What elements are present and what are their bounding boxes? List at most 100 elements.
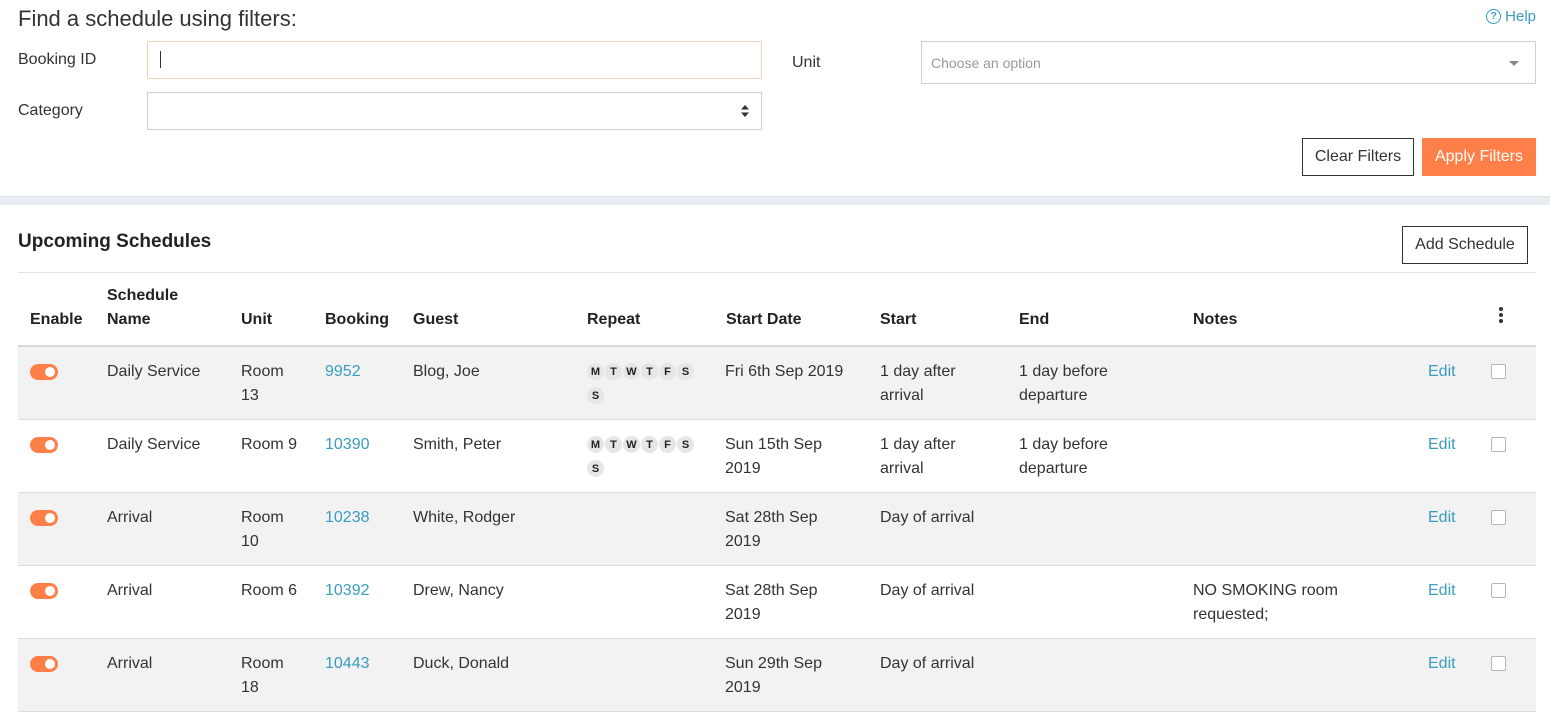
end-cell: 1 day before departure bbox=[1019, 363, 1108, 404]
start-date-cell: Sat 28th Sep 2019 bbox=[725, 582, 818, 623]
table-row: Daily Service Room 9 10390 Smith, Peter … bbox=[18, 420, 1536, 493]
booking-link[interactable]: 10443 bbox=[325, 652, 370, 676]
header-enable: Enable bbox=[30, 311, 83, 328]
row-checkbox[interactable] bbox=[1491, 437, 1506, 452]
guest-cell: Duck, Donald bbox=[413, 655, 510, 672]
help-icon: ? bbox=[1486, 9, 1502, 24]
repeat-day-chip: M bbox=[587, 363, 604, 380]
repeat-day-chip: S bbox=[677, 436, 694, 453]
start-cell: Day of arrival bbox=[880, 509, 975, 526]
repeat-day-chip: S bbox=[587, 387, 604, 404]
unit-cell: Room 10 bbox=[241, 509, 284, 550]
start-date-cell: Fri 6th Sep 2019 bbox=[725, 363, 844, 380]
booking-link[interactable]: 10238 bbox=[325, 506, 370, 530]
category-select[interactable] bbox=[147, 92, 762, 130]
text-caret bbox=[160, 51, 161, 68]
booking-id-input[interactable] bbox=[147, 41, 762, 79]
header-notes: Notes bbox=[1193, 311, 1238, 328]
chevron-down-icon bbox=[1509, 61, 1519, 66]
unit-cell: Room 18 bbox=[241, 655, 284, 696]
table-row: Arrival Room 10 10238 White, Rodger Sat … bbox=[18, 493, 1536, 566]
unit-cell: Room 13 bbox=[241, 363, 284, 404]
row-checkbox[interactable] bbox=[1491, 656, 1506, 671]
filter-title: Find a schedule using filters: bbox=[18, 6, 297, 31]
apply-filters-button[interactable]: Apply Filters bbox=[1422, 138, 1536, 176]
clear-filters-button[interactable]: Clear Filters bbox=[1302, 138, 1414, 176]
guest-cell: White, Rodger bbox=[413, 509, 516, 526]
header-booking: Booking bbox=[325, 311, 389, 328]
enable-toggle[interactable] bbox=[30, 364, 58, 380]
schedule-name-cell: Arrival bbox=[107, 509, 153, 526]
header-start: Start bbox=[880, 311, 917, 328]
table-row: Arrival Room 18 10443 Duck, Donald Sun 2… bbox=[18, 639, 1536, 712]
enable-toggle[interactable] bbox=[30, 437, 58, 453]
start-date-cell: Sun 29th Sep 2019 bbox=[725, 655, 822, 696]
booking-link[interactable]: 10392 bbox=[325, 579, 370, 603]
category-label: Category bbox=[18, 102, 83, 119]
repeat-day-chip: F bbox=[659, 363, 676, 380]
edit-link[interactable]: Edit bbox=[1428, 360, 1456, 384]
unit-placeholder: Choose an option bbox=[931, 55, 1041, 71]
booking-link[interactable]: 9952 bbox=[325, 360, 361, 384]
edit-link[interactable]: Edit bbox=[1428, 433, 1456, 457]
edit-link[interactable]: Edit bbox=[1428, 652, 1456, 676]
add-schedule-button[interactable]: Add Schedule bbox=[1402, 226, 1528, 264]
guest-cell: Blog, Joe bbox=[413, 363, 480, 380]
header-schedule-name: Schedule Name bbox=[107, 287, 179, 328]
notes-cell: NO SMOKING room requested; bbox=[1193, 582, 1338, 623]
help-link[interactable]: ? Help bbox=[1486, 8, 1536, 25]
row-checkbox[interactable] bbox=[1491, 510, 1506, 525]
repeat-days: MTWTFSS bbox=[587, 363, 707, 411]
filter-panel: Find a schedule using filters: ? Help Bo… bbox=[0, 0, 1550, 196]
enable-toggle[interactable] bbox=[30, 510, 58, 526]
header-unit: Unit bbox=[241, 311, 273, 328]
start-cell: Day of arrival bbox=[880, 655, 975, 672]
unit-cell: Room 6 bbox=[241, 582, 298, 599]
repeat-day-chip: T bbox=[641, 363, 658, 380]
repeat-day-chip: S bbox=[587, 460, 604, 477]
unit-select[interactable]: Choose an option bbox=[921, 41, 1536, 84]
end-cell: 1 day before departure bbox=[1019, 436, 1108, 477]
schedule-name-cell: Daily Service bbox=[107, 363, 201, 380]
section-title: Upcoming Schedules bbox=[18, 231, 212, 252]
start-cell: 1 day after arrival bbox=[880, 436, 956, 477]
row-checkbox[interactable] bbox=[1491, 583, 1506, 598]
unit-label: Unit bbox=[792, 54, 821, 71]
booking-id-label: Booking ID bbox=[18, 51, 97, 68]
edit-link[interactable]: Edit bbox=[1428, 506, 1456, 530]
guest-cell: Drew, Nancy bbox=[413, 582, 504, 599]
enable-toggle[interactable] bbox=[30, 583, 58, 599]
section-rule bbox=[18, 272, 1536, 273]
start-cell: 1 day after arrival bbox=[880, 363, 956, 404]
help-label: Help bbox=[1505, 8, 1536, 25]
repeat-day-chip: W bbox=[623, 436, 640, 453]
edit-link[interactable]: Edit bbox=[1428, 579, 1456, 603]
repeat-day-chip: M bbox=[587, 436, 604, 453]
schedule-name-cell: Arrival bbox=[107, 655, 153, 672]
updown-arrow-icon bbox=[741, 105, 749, 117]
repeat-day-chip: S bbox=[677, 363, 694, 380]
unit-cell: Room 9 bbox=[241, 436, 298, 453]
header-start-date: Start Date bbox=[726, 311, 802, 328]
row-checkbox[interactable] bbox=[1491, 364, 1506, 379]
schedule-name-cell: Arrival bbox=[107, 582, 153, 599]
repeat-day-chip: T bbox=[641, 436, 658, 453]
guest-cell: Smith, Peter bbox=[413, 436, 502, 453]
booking-link[interactable]: 10390 bbox=[325, 433, 370, 457]
table-row: Daily Service Room 13 9952 Blog, Joe MTW… bbox=[18, 347, 1536, 420]
schedule-name-cell: Daily Service bbox=[107, 436, 201, 453]
repeat-day-chip: F bbox=[659, 436, 676, 453]
section-divider bbox=[0, 196, 1550, 205]
repeat-day-chip: T bbox=[605, 436, 622, 453]
repeat-days: MTWTFSS bbox=[587, 436, 707, 484]
enable-toggle[interactable] bbox=[30, 656, 58, 672]
start-date-cell: Sun 15th Sep 2019 bbox=[725, 436, 822, 477]
start-date-cell: Sat 28th Sep 2019 bbox=[725, 509, 818, 550]
repeat-day-chip: T bbox=[605, 363, 622, 380]
start-cell: Day of arrival bbox=[880, 582, 975, 599]
repeat-day-chip: W bbox=[623, 363, 640, 380]
kebab-menu-icon[interactable] bbox=[1498, 307, 1504, 323]
header-guest: Guest bbox=[413, 311, 459, 328]
table-row: Arrival Room 6 10392 Drew, Nancy Sat 28t… bbox=[18, 566, 1536, 639]
header-end: End bbox=[1019, 311, 1050, 328]
